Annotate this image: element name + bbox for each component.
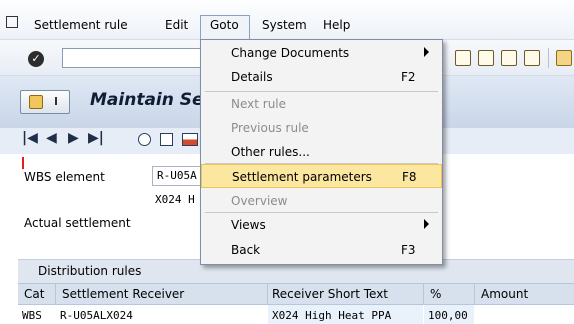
column-divider — [423, 283, 424, 305]
command-field[interactable] — [62, 48, 212, 68]
menu-item-details[interactable]: Details F2 — [201, 65, 442, 89]
menu-item-label: Overview — [231, 194, 288, 208]
menu-help[interactable]: Help — [323, 18, 350, 32]
new-entry-icon[interactable] — [160, 133, 173, 146]
submenu-arrow-icon — [424, 47, 429, 57]
last-entry-icon[interactable]: ▶| — [88, 130, 104, 146]
menu-item-label: Next rule — [231, 97, 287, 111]
title-menu-button[interactable] — [20, 90, 70, 114]
app-menu-icon — [29, 95, 43, 109]
first-page-icon[interactable] — [478, 50, 494, 66]
screen-title: Maintain Se — [90, 90, 204, 110]
submenu-arrow-icon — [424, 219, 429, 229]
menu-item-next-rule: Next rule — [201, 92, 442, 116]
previous-entry-icon[interactable]: ◀ — [46, 130, 57, 146]
menu-item-previous-rule: Previous rule — [201, 116, 442, 140]
menu-item-label: Details — [231, 70, 273, 84]
next-page-icon[interactable] — [524, 50, 540, 66]
menu-item-back[interactable]: Back F3 — [201, 238, 442, 262]
cell-percent[interactable]: 100,00 — [428, 309, 468, 322]
sap-window: Settlement rule Edit Goto System Help ✓ … — [0, 0, 574, 324]
menu-item-settlement-parameters[interactable]: Settlement parameters F8 — [201, 164, 442, 188]
menu-item-shortcut: F2 — [401, 70, 416, 84]
menu-item-label: Change Documents — [231, 46, 350, 60]
required-marker — [22, 157, 24, 169]
cell-receiver-short-text[interactable]: X024 High Heat PPA — [272, 309, 391, 322]
first-entry-icon[interactable]: |◀ — [22, 130, 38, 146]
menu-item-label: Back — [231, 243, 261, 257]
delete-entry-icon[interactable] — [182, 133, 198, 146]
window-menu-icon[interactable] — [6, 16, 18, 28]
menu-item-label: Previous rule — [231, 121, 309, 135]
dropdown-indicator-icon — [55, 97, 57, 105]
menu-item-label: Other rules... — [231, 145, 310, 159]
menu-edit[interactable]: Edit — [165, 18, 188, 32]
column-header-cat[interactable]: Cat — [24, 287, 44, 301]
column-divider — [55, 283, 56, 305]
cell-settlement-receiver[interactable]: R-U05ALX024 — [60, 309, 133, 322]
column-header-settlement-receiver[interactable]: Settlement Receiver — [62, 287, 184, 301]
distribution-rules-title: Distribution rules — [38, 264, 142, 278]
column-divider — [474, 283, 475, 305]
toolbar-divider — [548, 48, 549, 68]
menu-item-other-rules[interactable]: Other rules... — [201, 140, 442, 164]
menu-item-shortcut: F8 — [402, 170, 417, 184]
previous-page-icon[interactable] — [501, 50, 517, 66]
column-header-amount[interactable]: Amount — [481, 287, 528, 301]
menu-item-change-documents[interactable]: Change Documents — [201, 41, 442, 65]
cell-cat[interactable]: WBS — [22, 309, 42, 322]
actual-settlement-label: Actual settlement — [24, 216, 131, 230]
menu-item-label: Settlement parameters — [232, 170, 372, 184]
menu-goto[interactable]: Goto — [210, 18, 239, 32]
menu-settlement-rule[interactable]: Settlement rule — [34, 18, 128, 32]
enter-check-icon[interactable]: ✓ — [28, 51, 44, 67]
column-divider — [267, 283, 268, 305]
wbs-element-description: X024 H — [155, 193, 195, 206]
menu-system[interactable]: System — [262, 18, 307, 32]
menu-item-overview: Overview — [201, 189, 442, 213]
next-entry-icon[interactable]: ▶ — [68, 130, 79, 146]
menu-item-views[interactable]: Views — [201, 213, 442, 237]
wbs-element-label: WBS element — [24, 170, 105, 184]
column-header-percent[interactable]: % — [430, 287, 441, 301]
find-icon[interactable] — [455, 50, 471, 66]
menu-item-shortcut: F3 — [401, 243, 416, 257]
search-icon[interactable] — [138, 133, 151, 146]
menu-item-label: Views — [231, 218, 266, 232]
column-header-receiver-short-text[interactable]: Receiver Short Text — [272, 287, 388, 301]
create-session-icon[interactable] — [556, 50, 572, 66]
